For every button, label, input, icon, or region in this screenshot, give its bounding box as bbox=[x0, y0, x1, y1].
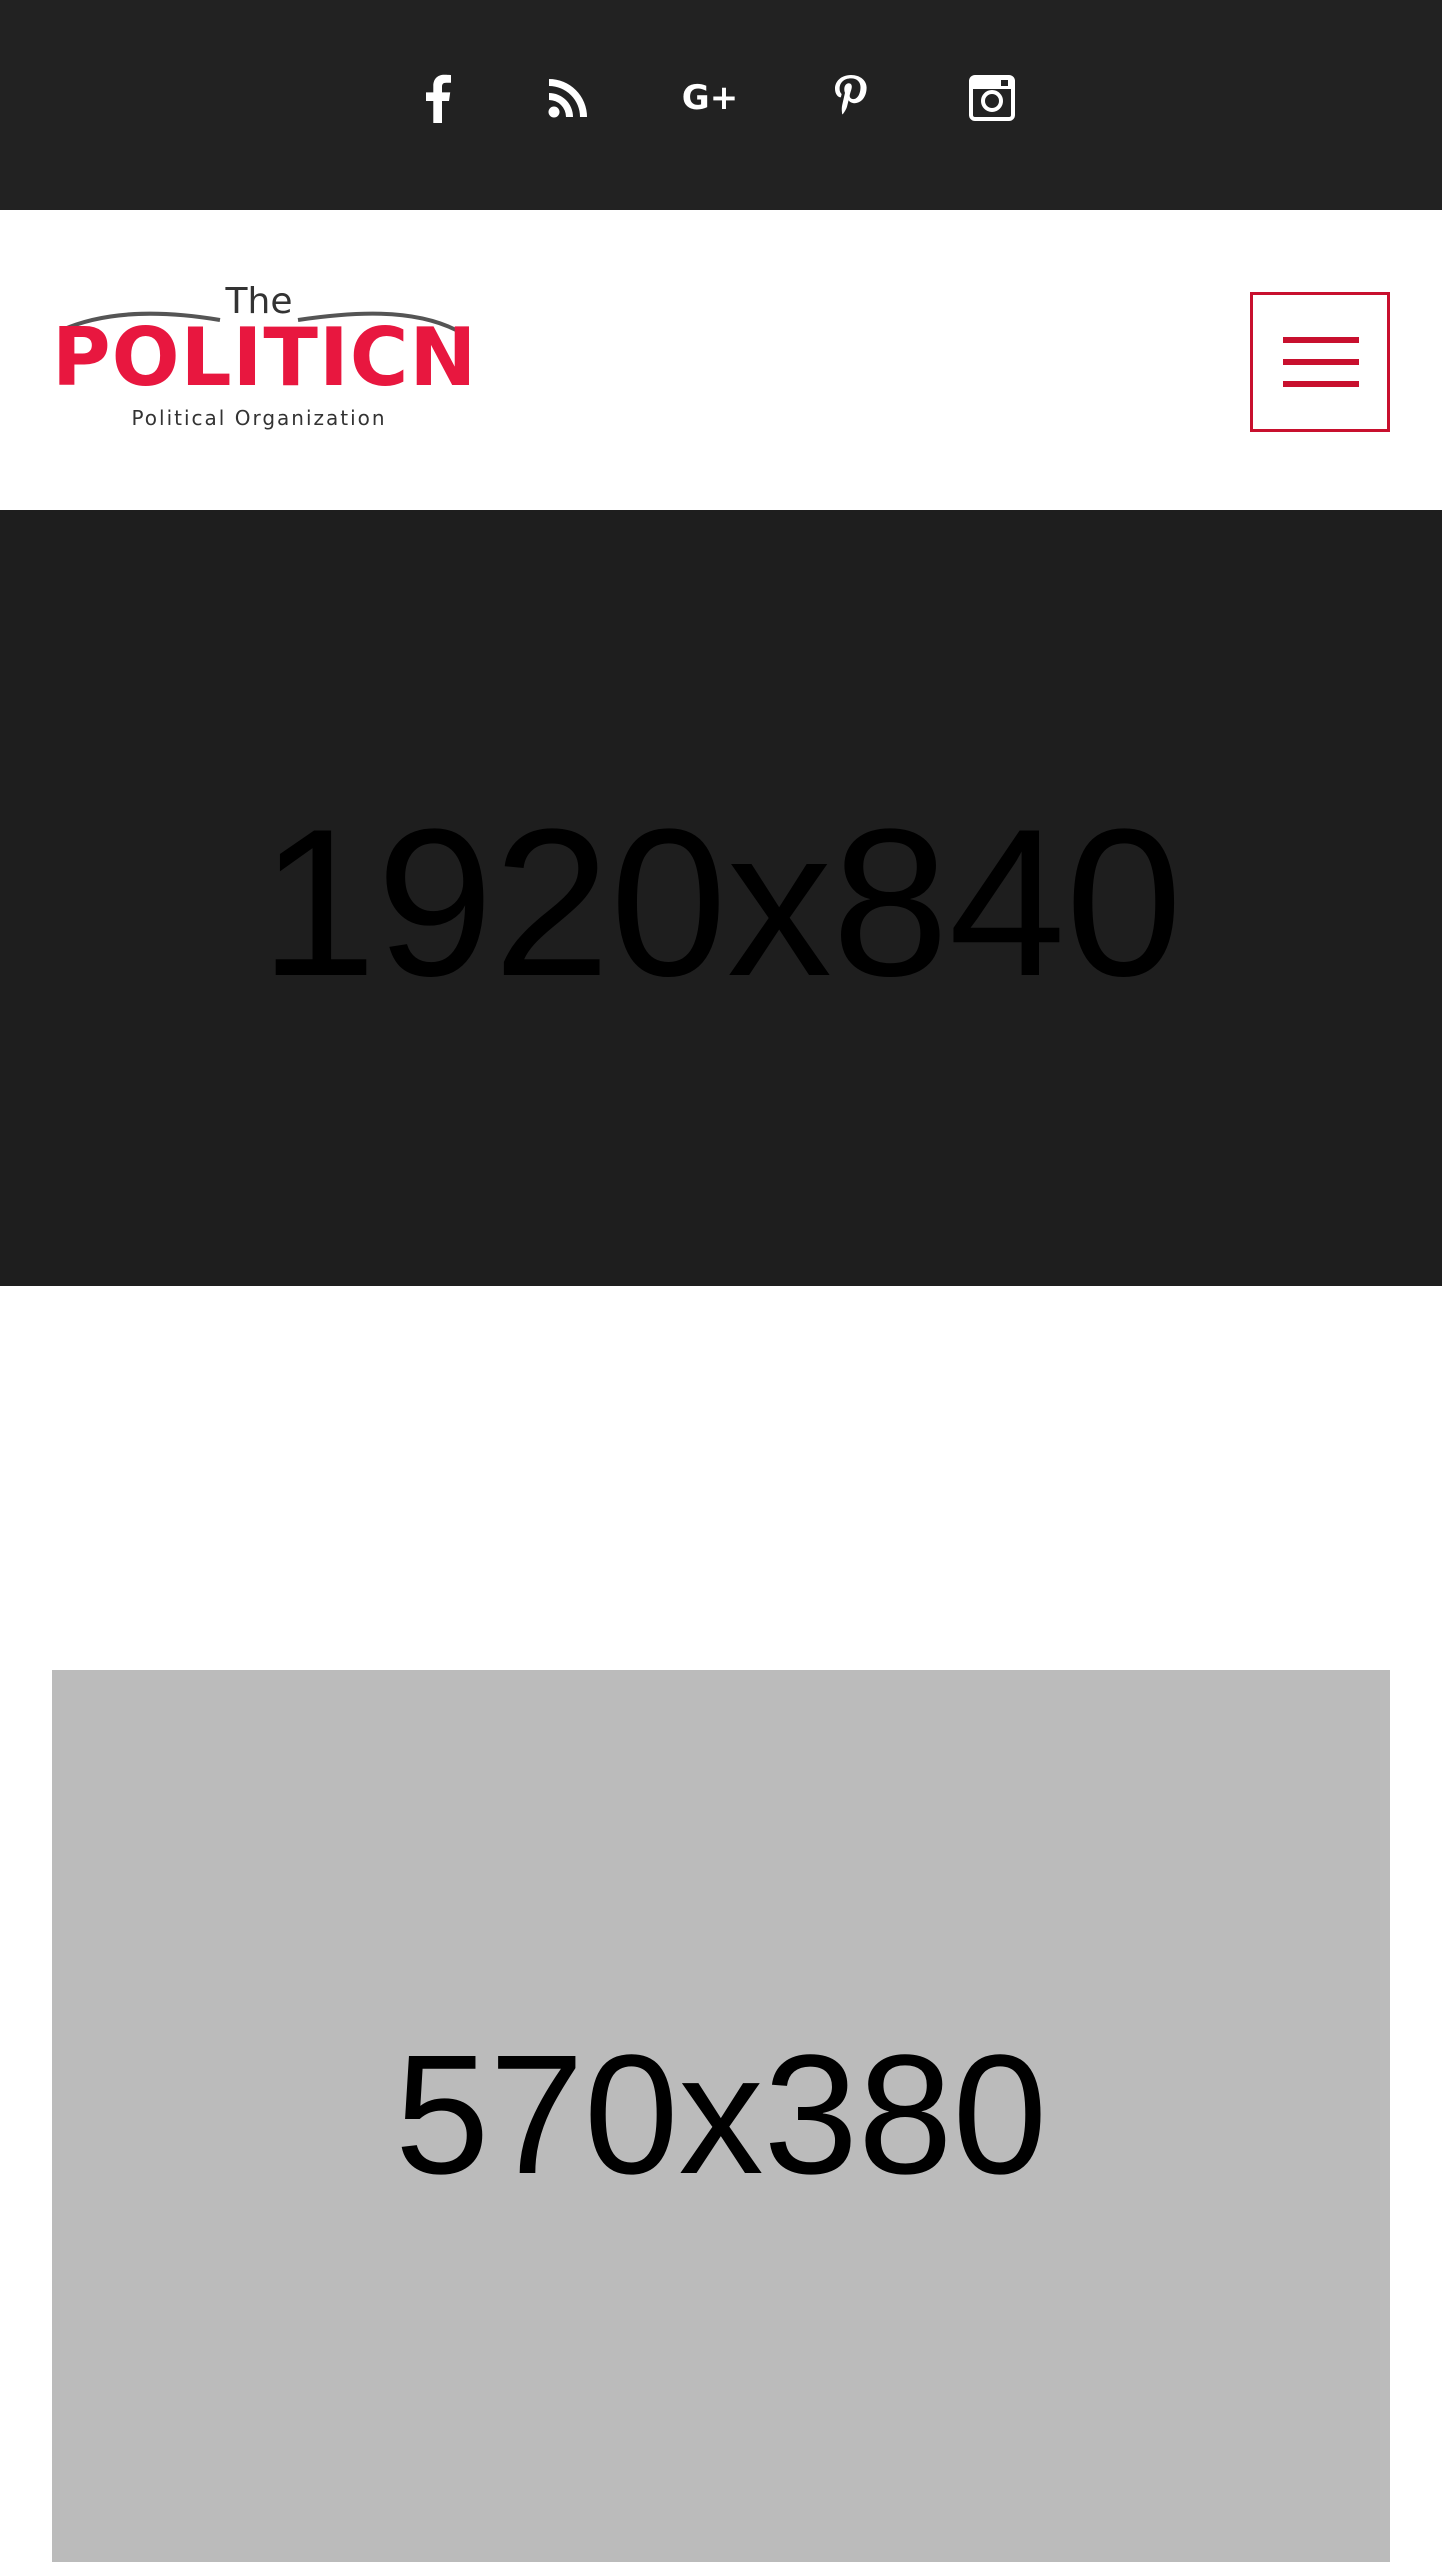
rss-icon[interactable] bbox=[538, 68, 598, 128]
hero-placeholder-text: 1920x840 bbox=[259, 785, 1183, 1020]
instagram-icon[interactable] bbox=[962, 68, 1022, 128]
hero-banner-image: 1920x840 bbox=[0, 510, 1442, 1286]
thumbnail-placeholder-text: 570x380 bbox=[394, 2020, 1048, 2210]
menu-bar-icon bbox=[1283, 359, 1359, 365]
social-topbar: G+ bbox=[0, 0, 1442, 210]
menu-bar-icon bbox=[1283, 337, 1359, 343]
google-plus-icon[interactable]: G+ bbox=[680, 68, 740, 128]
post-thumbnail-image[interactable]: 570x380 bbox=[52, 1670, 1390, 2562]
menu-bar-icon bbox=[1283, 381, 1359, 387]
logo-wordmark: POLITICN bbox=[52, 311, 478, 404]
logo-tagline: Political Organization bbox=[131, 406, 387, 430]
pinterest-icon[interactable] bbox=[820, 68, 880, 128]
hamburger-menu-button[interactable] bbox=[1250, 292, 1390, 432]
facebook-icon[interactable] bbox=[408, 68, 468, 128]
site-logo[interactable]: The POLITICN Political Organization bbox=[52, 284, 478, 440]
site-header: The POLITICN Political Organization bbox=[0, 210, 1442, 510]
google-plus-label: G+ bbox=[681, 78, 739, 118]
